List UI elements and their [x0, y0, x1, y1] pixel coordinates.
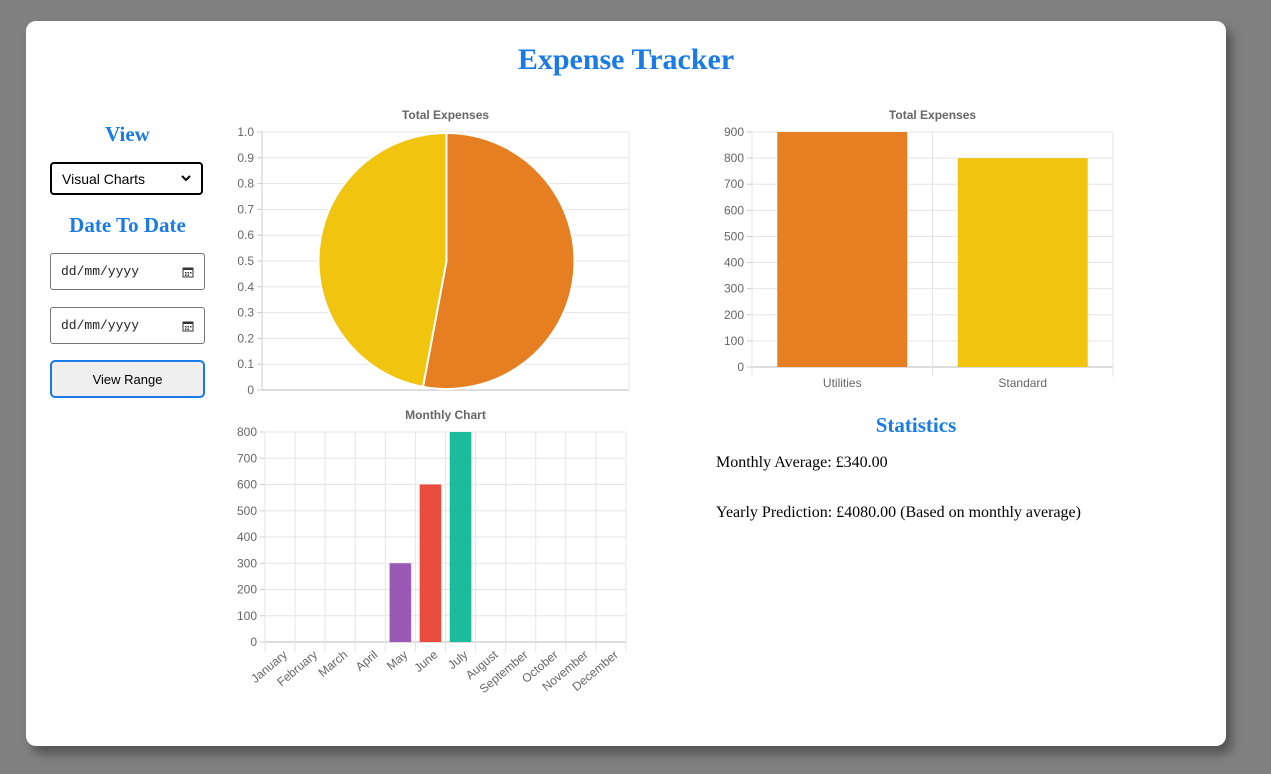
- page-title: Expense Tracker: [517, 43, 735, 76]
- y-tick-label: 200: [724, 308, 744, 322]
- bar: [957, 158, 1088, 367]
- chart-title: Total Expenses: [889, 108, 976, 122]
- view-select[interactable]: Visual Charts: [50, 162, 203, 195]
- x-tick-label: Utilities: [823, 376, 862, 390]
- yearly-prediction: Yearly Prediction: £4080.00 (Based on mo…: [716, 504, 1081, 521]
- y-tick-label: 0.7: [237, 202, 254, 216]
- y-tick-label: 400: [724, 256, 744, 270]
- y-tick-label: 700: [724, 177, 744, 191]
- statistics-heading: Statistics: [875, 413, 957, 437]
- y-tick-label: 0.8: [237, 177, 254, 191]
- y-tick-label: 0.6: [237, 228, 254, 242]
- y-tick-label: 0: [737, 360, 744, 374]
- y-tick-label: 0: [250, 635, 257, 649]
- y-tick-label: 700: [237, 451, 257, 465]
- app-card: Expense Tracker View Visual Charts Date …: [26, 21, 1226, 746]
- y-tick-label: 800: [237, 425, 257, 439]
- y-tick-label: 0.4: [237, 280, 254, 294]
- y-tick-label: 400: [237, 530, 257, 544]
- y-tick-label: 1.0: [237, 125, 254, 139]
- bar: [389, 563, 412, 642]
- bar: [777, 132, 908, 367]
- monthly-average: Monthly Average: £340.00: [716, 454, 888, 471]
- y-tick-label: 0.1: [237, 357, 254, 371]
- y-tick-label: 0.2: [237, 331, 254, 345]
- y-tick-label: 0.5: [237, 254, 254, 268]
- x-tick-label: Standard: [998, 376, 1047, 390]
- y-tick-label: 0.3: [237, 306, 254, 320]
- start-date-placeholder: dd/mm/yyyy: [61, 264, 140, 279]
- y-tick-label: 900: [724, 125, 744, 139]
- view-heading: View: [105, 122, 150, 146]
- y-tick-label: 100: [237, 609, 257, 623]
- y-tick-label: 600: [724, 203, 744, 217]
- chart-title: Monthly Chart: [405, 408, 486, 422]
- bar: [419, 484, 442, 642]
- x-tick-label: April: [353, 648, 380, 674]
- monthly-bar-chart: Monthly Chart0100200300400500600700800Ja…: [237, 408, 627, 696]
- pie-chart: Total Expenses 0 0.1 0.2 0.3 0.4 0.5 0.6 0.7 0.8 0…: [237, 108, 630, 397]
- view-range-button[interactable]: View Range: [50, 360, 205, 398]
- y-tick-label: 100: [724, 334, 744, 348]
- view-select-value: Visual Charts: [62, 170, 146, 187]
- bar: [449, 432, 472, 642]
- y-tick-label: 300: [237, 556, 257, 570]
- start-date-input[interactable]: dd/mm/yyyy: [50, 253, 205, 290]
- date-range-heading: Date To Date: [69, 213, 186, 237]
- y-tick-label: 300: [724, 282, 744, 296]
- x-tick-label: March: [316, 648, 351, 680]
- end-date-input[interactable]: dd/mm/yyyy: [50, 307, 205, 344]
- y-tick-label: 500: [237, 504, 257, 518]
- chart-title: Total Expenses: [402, 108, 489, 122]
- y-tick-label: 500: [724, 229, 744, 243]
- y-tick-label: 200: [237, 583, 257, 597]
- y-tick-label: 0: [247, 383, 254, 397]
- category-bar-chart: Total Expenses 0 100 200 300 400 500 600 700 800 9…: [724, 108, 1114, 390]
- end-date-placeholder: dd/mm/yyyy: [61, 318, 140, 333]
- y-tick-label: 800: [724, 151, 744, 165]
- y-tick-label: 600: [237, 478, 257, 492]
- calendar-icon[interactable]: [182, 266, 194, 278]
- chevron-down-icon: [181, 175, 191, 182]
- y-tick-label: 0.9: [237, 151, 254, 165]
- pie-slice: [317, 131, 448, 388]
- calendar-icon[interactable]: [182, 320, 194, 332]
- x-tick-label: May: [384, 648, 410, 673]
